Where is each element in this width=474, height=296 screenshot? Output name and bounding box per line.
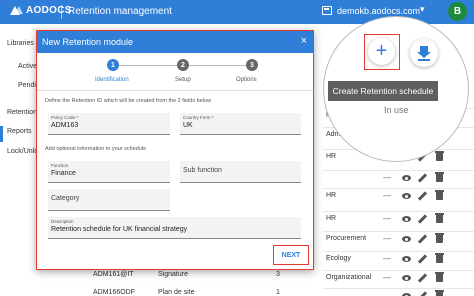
- new-retention-module-dialog: New Retention module × 1 2 3 Identificat…: [36, 30, 314, 270]
- dialog-header: New Retention module ×: [37, 31, 313, 53]
- close-icon[interactable]: ×: [301, 35, 307, 47]
- policy-code-field[interactable]: Policy Code * ADM163: [48, 113, 170, 135]
- dash-cell: —: [383, 191, 391, 200]
- header-divider: [61, 5, 62, 19]
- sidebar-item-reports[interactable]: Reports: [7, 128, 32, 135]
- step-connector: [119, 65, 177, 66]
- stepper-divider: [37, 90, 313, 91]
- edit-icon[interactable]: [417, 254, 428, 264]
- download-icon: [417, 46, 431, 58]
- category-cell: Ecology: [326, 255, 351, 262]
- category-placeholder: Category: [51, 195, 80, 202]
- count-cell: 3: [276, 271, 280, 278]
- trash-icon[interactable]: [435, 233, 444, 243]
- name-cell: Plan de site: [158, 289, 195, 296]
- stepper: 1 2 3 Identification Setup Options: [37, 53, 313, 89]
- logo-icon: [10, 5, 23, 16]
- code-cell: ADM161@IT: [93, 271, 134, 278]
- required-fields-hint: Define the Retention ID which will be cr…: [45, 98, 212, 104]
- name-cell: Signature: [158, 271, 188, 278]
- add-button[interactable]: +: [368, 38, 395, 65]
- aodocs-logo[interactable]: AODOCS: [10, 5, 72, 16]
- function-label: Function: [51, 163, 69, 168]
- chevron-down-icon[interactable]: ▾: [420, 4, 425, 15]
- dash-cell: —: [383, 214, 391, 223]
- step-3-label: Options: [236, 77, 257, 83]
- dialog-title: New Retention module: [42, 37, 134, 47]
- step-3-circle: 3: [246, 59, 258, 71]
- eye-icon[interactable]: [402, 175, 411, 181]
- step-1-label: Identification: [95, 77, 129, 83]
- next-button[interactable]: NEXT: [273, 245, 309, 265]
- eye-icon[interactable]: [402, 193, 411, 199]
- country-field[interactable]: Country Form * UK: [180, 113, 301, 135]
- description-label: Description: [51, 219, 74, 224]
- trash-icon[interactable]: [435, 190, 444, 200]
- dash-cell: —: [383, 234, 391, 243]
- edit-icon[interactable]: [417, 214, 428, 224]
- table-row[interactable]: HR —: [323, 188, 474, 206]
- create-schedule-tooltip: Create Retention schedule: [328, 81, 438, 101]
- domain-icon: [322, 6, 332, 15]
- in-use-header: In use: [384, 105, 409, 115]
- logo-text: AODOCS: [26, 5, 72, 16]
- sidebar-active-indicator: [0, 126, 3, 142]
- create-schedule-highlight: +: [364, 34, 400, 70]
- trash-icon[interactable]: [435, 213, 444, 223]
- sidebar: Libraries Active l Pendin Retention S Re…: [0, 24, 44, 296]
- edit-icon[interactable]: [417, 234, 428, 244]
- dash-cell: —: [383, 254, 391, 263]
- step-1-circle: 1: [107, 59, 119, 71]
- category-cell: HR: [326, 192, 337, 199]
- table-row[interactable]: ADM166ODF Plan de site 1: [38, 286, 474, 296]
- download-icon-base: [418, 59, 430, 61]
- table-row[interactable]: —: [323, 170, 474, 188]
- table-row[interactable]: Procurement —: [323, 231, 474, 249]
- optional-info-hint: Add optional information to your schedul…: [45, 146, 147, 152]
- avatar[interactable]: B: [448, 2, 467, 21]
- table-row[interactable]: ADM161@IT Signature 3: [38, 268, 474, 286]
- tenant-name[interactable]: demokb.aodocs.com: [337, 6, 420, 16]
- policy-code-label: Policy Code *: [51, 115, 79, 120]
- trash-icon[interactable]: [435, 151, 444, 161]
- step-2-label: Setup: [175, 77, 191, 83]
- zoom-callout: + Create Retention schedule In use: [323, 16, 469, 162]
- policy-code-value: ADM163: [51, 122, 79, 129]
- table-row[interactable]: Ecology —: [323, 251, 474, 269]
- function-field[interactable]: Function Finance: [48, 161, 170, 183]
- app-title: Retention management: [68, 6, 172, 17]
- trash-icon[interactable]: [435, 172, 444, 182]
- eye-icon[interactable]: [402, 216, 411, 222]
- table-row[interactable]: HR —: [323, 211, 474, 229]
- category-cell: HR: [326, 153, 337, 160]
- description-field[interactable]: Description Retention schedule for UK fi…: [48, 217, 301, 239]
- eye-icon[interactable]: [402, 236, 411, 242]
- edit-icon[interactable]: [417, 173, 428, 183]
- country-label: Country Form *: [183, 115, 214, 120]
- step-connector: [189, 65, 246, 66]
- sub-function-field[interactable]: Sub function: [180, 161, 301, 183]
- sub-function-placeholder: Sub function: [183, 167, 222, 174]
- function-value: Finance: [51, 170, 76, 177]
- category-cell: Procurement: [326, 235, 367, 242]
- eye-icon[interactable]: [402, 256, 411, 262]
- description-value: Retention schedule for UK financial stra…: [51, 226, 188, 233]
- category-cell: HR: [326, 215, 337, 222]
- dash-cell: —: [383, 173, 391, 182]
- download-button[interactable]: [410, 39, 438, 67]
- step-2-circle: 2: [177, 59, 189, 71]
- edit-icon[interactable]: [417, 191, 428, 201]
- trash-icon[interactable]: [435, 253, 444, 263]
- sidebar-item-libraries[interactable]: Libraries: [7, 40, 34, 47]
- code-cell: ADM166ODF: [93, 289, 136, 296]
- count-cell: 1: [276, 289, 280, 296]
- country-value: UK: [183, 122, 193, 129]
- category-field[interactable]: Category: [48, 189, 170, 211]
